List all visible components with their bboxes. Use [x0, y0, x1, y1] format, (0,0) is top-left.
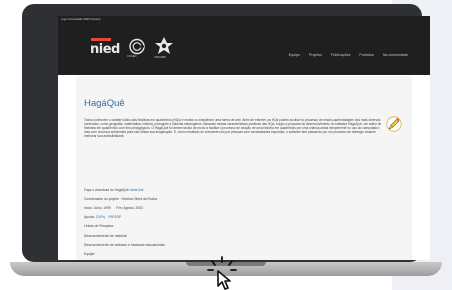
download-line: Faça o download do HagáQuê neste link [84, 188, 144, 192]
nied-logo[interactable]: nied [90, 38, 120, 58]
unicamp-logo[interactable]: UNICAMP [154, 36, 174, 60]
support-link-fapesp[interactable]: FAPESP [108, 215, 121, 219]
download-link[interactable]: neste link [130, 188, 144, 192]
cocen-logo-icon [129, 38, 145, 55]
laptop-frame: Logo Universidade NIED Unicamp nied COCE… [22, 4, 430, 262]
page-content: HagáQuê Todos conhecem o caráter lúdico … [76, 76, 412, 260]
download-text: Faça o download do HagáQuê [84, 188, 129, 192]
nied-logo-accent [91, 38, 111, 41]
page-title: HagáQuê [84, 98, 125, 109]
nav-na-comunidade[interactable]: Na comunidade [383, 53, 408, 57]
topbar-text: Logo Universidade NIED Unicamp [61, 18, 101, 21]
research-line-item: Desenvolvimento de software e hardware e… [84, 243, 165, 247]
end-date: Fim: Agosto, 2003 [116, 206, 143, 210]
browser-screen: Logo Universidade NIED Unicamp nied COCE… [58, 16, 430, 260]
support-label: Apoios: [84, 215, 95, 219]
nied-logo-text: nied [90, 42, 120, 57]
main-nav: Equipe Projetos Publicações Produtos Na … [289, 53, 408, 57]
nav-equipe[interactable]: Equipe [289, 53, 300, 57]
start-date: Início: Julho, 1999 [84, 206, 111, 210]
cocen-logo[interactable]: COCEN [127, 38, 146, 60]
research-line-item: Desenvolvimento de material [84, 234, 127, 238]
cocen-logo-label: COCEN [127, 55, 137, 58]
unicamp-logo-icon [155, 37, 173, 54]
research-lines-label: Linhas de Pesquisa: [84, 224, 114, 228]
click-cursor-icon [207, 256, 237, 290]
support-line: Apoios: CNPq FAPESP [84, 215, 121, 219]
team-label: Equipe: [84, 252, 96, 256]
nav-produtos[interactable]: Produtos [359, 53, 373, 57]
site-header: Logo Universidade NIED Unicamp nied COCE… [58, 16, 430, 75]
nav-publicacoes[interactable]: Publicações [331, 53, 350, 57]
hagaque-pencil-icon [386, 116, 402, 132]
coordinator-line: Coordenador do projeto : Heloísa Vieira … [84, 197, 158, 201]
dates-line: Início: Julho, 1999 Fim: Agosto, 2003 [84, 206, 143, 210]
nav-projetos[interactable]: Projetos [309, 53, 322, 57]
intro-paragraph: Todos conhecem o caráter lúdico das hist… [84, 118, 382, 139]
unicamp-logo-label: UNICAMP [154, 56, 166, 59]
support-link-cnpq[interactable]: CNPq [96, 215, 105, 219]
